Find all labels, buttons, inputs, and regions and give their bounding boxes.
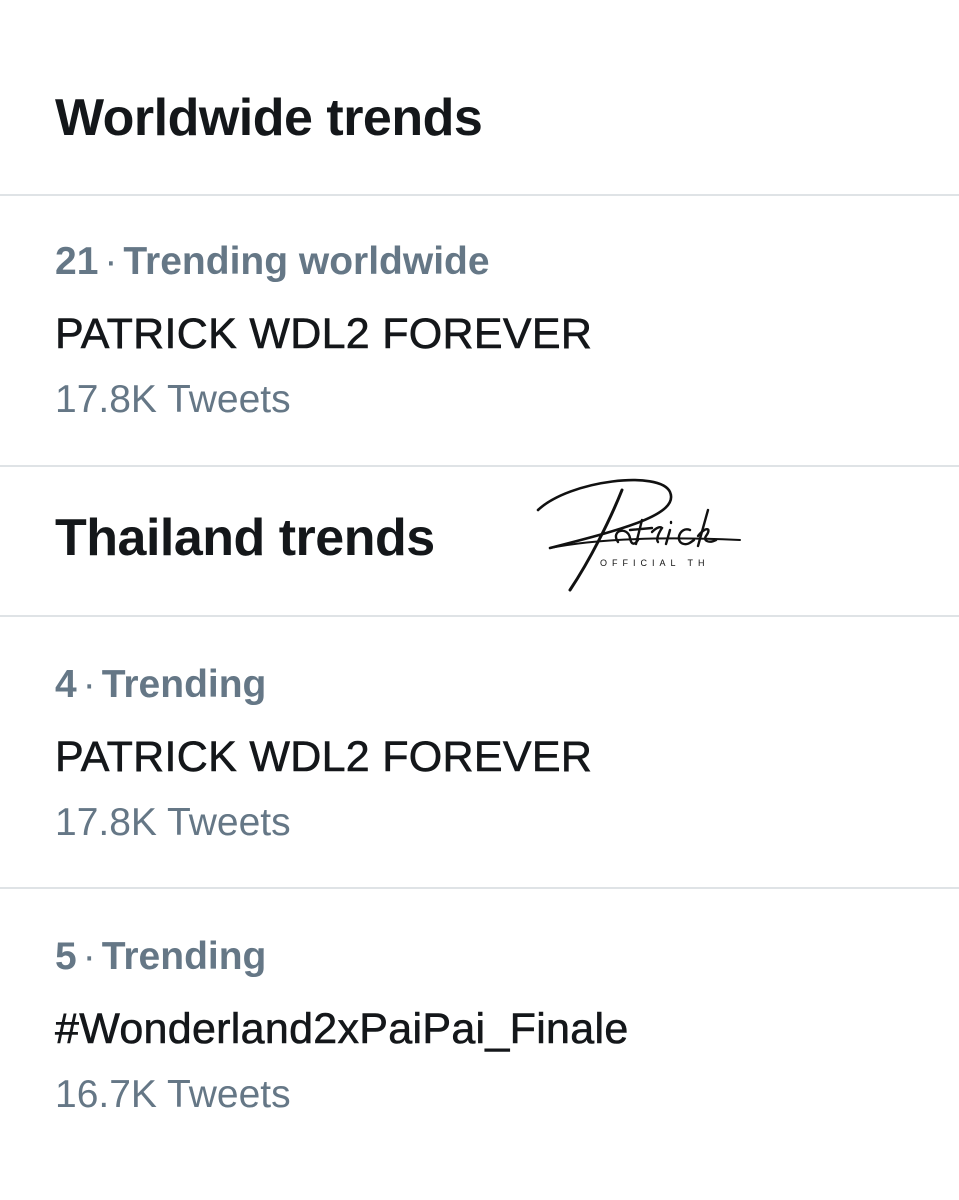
trend-name[interactable]: #Wonderland2xPaiPai_Finale [55,1007,935,1052]
trend-item[interactable]: 4 · Trending PATRICK WDL2 FOREVER 17.8K Tw… [55,665,935,843]
divider [0,615,959,617]
divider [0,194,959,196]
patrick-official-th-logo: OFFICIAL TH [536,478,741,592]
trend-name[interactable]: PATRICK WDL2 FOREVER [55,312,935,357]
divider [0,887,959,889]
trend-tweet-count: 16.7K Tweets [55,1073,291,1116]
trend-context: Trending worldwide [123,240,490,283]
trend-name[interactable]: PATRICK WDL2 FOREVER [55,735,935,780]
trend-meta: 5 · Trending [55,937,935,977]
trend-context: Trending [101,663,267,706]
trend-context: Trending [101,935,267,978]
trend-meta: 21 · Trending worldwide [55,242,935,282]
meta-separator: · [104,240,118,283]
trend-rank: 21 [55,240,99,283]
worldwide-trends-header: Worldwide trends [55,89,483,147]
trend-item[interactable]: 5 · Trending #Wonderland2xPaiPai_Finale 16… [55,937,935,1115]
trend-rank: 5 [55,935,77,978]
meta-separator: · [82,663,96,706]
trend-rank: 4 [55,663,77,706]
thailand-trends-header: Thailand trends [55,509,435,567]
divider [0,465,959,467]
trend-tweet-count: 17.8K Tweets [55,801,291,844]
meta-separator: · [82,935,96,978]
trend-item[interactable]: 21 · Trending worldwide PATRICK WDL2 FOREV… [55,242,935,420]
logo-subtitle: OFFICIAL TH [600,558,710,568]
trend-tweet-count: 17.8K Tweets [55,378,291,421]
trend-meta: 4 · Trending [55,665,935,705]
